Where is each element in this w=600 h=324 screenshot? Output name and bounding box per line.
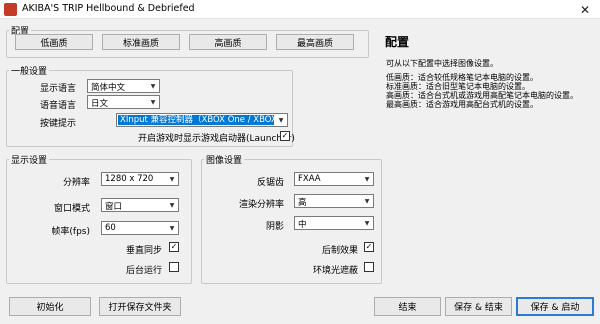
- close-icon: ✕: [579, 2, 591, 17]
- save-exit-button[interactable]: 保存 & 结束: [445, 297, 512, 316]
- open-save-folder-button[interactable]: 打开保存文件夹: [99, 297, 181, 316]
- launcher-checkbox[interactable]: ✓: [280, 131, 290, 141]
- post-effect-label: 后制效果: [321, 246, 358, 256]
- close-button[interactable]: ✕: [570, 0, 600, 19]
- info-line: 可从以下配置中选择图像设置。: [386, 59, 498, 68]
- fps-value: 60: [105, 223, 116, 233]
- app-icon: [4, 3, 17, 16]
- fps-label: 帧率(fps): [51, 227, 90, 237]
- display-legend: 显示设置: [11, 156, 48, 166]
- vsync-checkbox[interactable]: ✓: [169, 242, 179, 252]
- window-mode-value: 窗口: [105, 202, 123, 212]
- button-prompt-select[interactable]: XInput 兼容控制器（XBOX One / XBOX 360） ▼: [116, 113, 288, 127]
- title-bar: AKIBA'S TRIP Hellbound & Debriefed ✕: [0, 0, 600, 19]
- low-quality-button[interactable]: 低画质: [15, 34, 93, 50]
- info-line: 最高画质：适合游戏用高配台式机的设置。: [386, 100, 538, 109]
- window-title: AKIBA'S TRIP Hellbound & Debriefed: [22, 3, 195, 14]
- ambient-occlusion-label: 环境光遮蔽: [312, 266, 358, 276]
- exit-button[interactable]: 结束: [374, 297, 441, 316]
- window-mode-select[interactable]: 窗口 ▼: [101, 198, 179, 212]
- chevron-down-icon: ▼: [364, 197, 370, 205]
- chevron-down-icon: ▼: [150, 98, 156, 106]
- shadow-value: 中: [298, 220, 307, 230]
- standard-quality-button[interactable]: 标准画质: [102, 34, 180, 50]
- voice-language-value: 日文: [91, 99, 109, 109]
- high-quality-button[interactable]: 高画质: [189, 34, 267, 50]
- background-run-label: 后台运行: [125, 266, 162, 276]
- initialize-button[interactable]: 初始化: [9, 297, 91, 316]
- chevron-down-icon: ▼: [169, 175, 175, 183]
- shadow-label: 阴影: [265, 222, 284, 232]
- post-effect-checkbox[interactable]: ✓: [364, 242, 374, 252]
- chevron-down-icon: ▼: [278, 116, 284, 124]
- resolution-select[interactable]: 1280 x 720 ▼: [101, 172, 179, 186]
- chevron-down-icon: ▼: [364, 219, 370, 227]
- highest-quality-button[interactable]: 最高画质: [276, 34, 354, 50]
- check-icon: ✓: [365, 242, 373, 251]
- vsync-label: 垂直同步: [125, 246, 162, 256]
- general-legend: 一般设置: [11, 67, 48, 77]
- chevron-down-icon: ▼: [169, 224, 175, 232]
- resolution-label: 分辨率: [62, 178, 90, 188]
- info-title: 配置: [385, 35, 410, 49]
- render-resolution-label: 渲染分辨率: [238, 200, 284, 210]
- antialias-label: 反锯齿: [256, 178, 284, 188]
- resolution-value: 1280 x 720: [105, 174, 154, 184]
- render-resolution-value: 高: [298, 198, 307, 208]
- save-launch-button[interactable]: 保存 & 启动: [516, 297, 594, 316]
- graphics-legend: 图像设置: [206, 156, 243, 166]
- antialias-value: FXAA: [298, 174, 321, 184]
- chevron-down-icon: ▼: [169, 201, 175, 209]
- ambient-occlusion-checkbox[interactable]: [364, 262, 374, 272]
- launcher-label: 开启游戏时显示游戏启动器(Launcher): [138, 134, 295, 144]
- display-language-label: 显示语言: [39, 84, 76, 94]
- display-language-value: 简体中文: [91, 83, 126, 93]
- check-icon: ✓: [170, 242, 178, 251]
- display-language-select[interactable]: 简体中文 ▼: [87, 79, 160, 93]
- button-prompt-value: XInput 兼容控制器（XBOX One / XBOX 360）: [118, 115, 274, 125]
- chevron-down-icon: ▼: [364, 175, 370, 183]
- background-run-checkbox[interactable]: [169, 262, 179, 272]
- chevron-down-icon: ▼: [150, 82, 156, 90]
- antialias-select[interactable]: FXAA ▼: [294, 172, 374, 186]
- window-mode-label: 窗口模式: [53, 204, 90, 214]
- render-resolution-select[interactable]: 高 ▼: [294, 194, 374, 208]
- check-icon: ✓: [281, 131, 289, 140]
- button-prompt-label: 按键提示: [39, 119, 76, 129]
- voice-language-label: 语音语言: [39, 101, 76, 111]
- voice-language-select[interactable]: 日文 ▼: [87, 95, 160, 109]
- shadow-select[interactable]: 中 ▼: [294, 216, 374, 230]
- fps-select[interactable]: 60 ▼: [101, 221, 179, 235]
